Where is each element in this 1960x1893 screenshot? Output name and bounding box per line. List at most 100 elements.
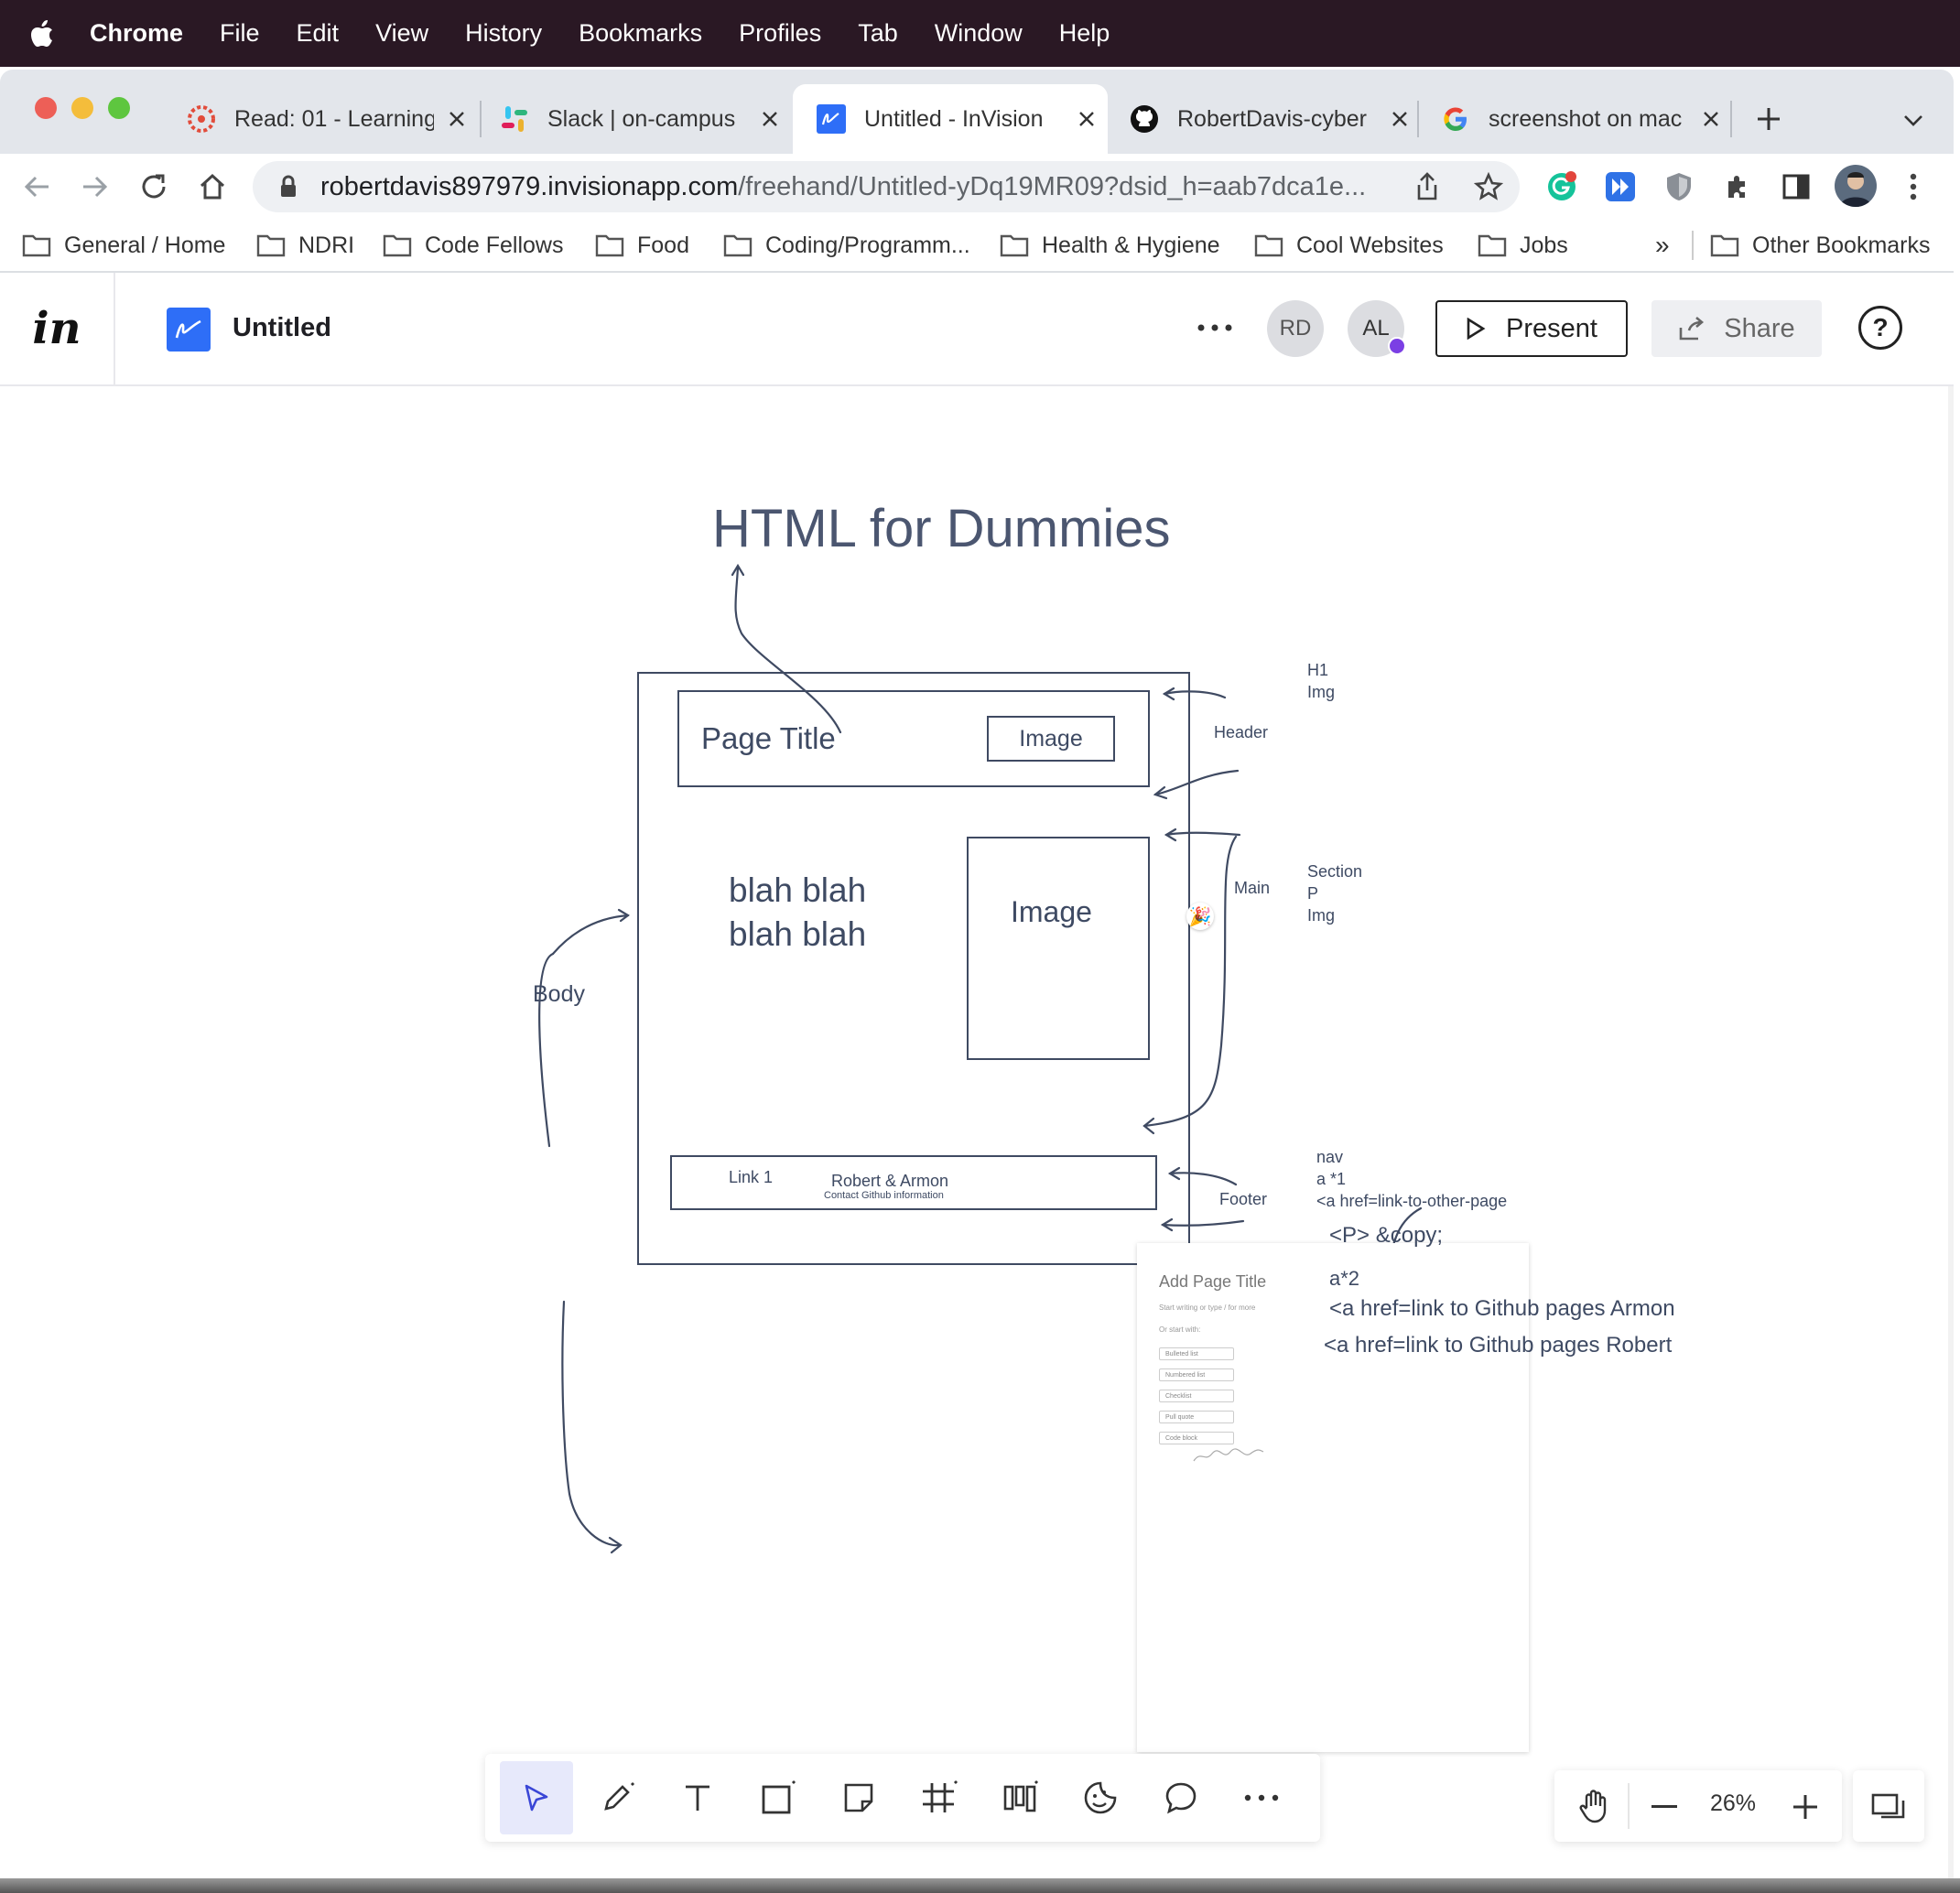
header-image-box[interactable]: Image — [987, 716, 1115, 762]
tab-close-icon[interactable] — [1386, 105, 1413, 133]
footer-label: Footer — [1219, 1190, 1268, 1208]
share-page-icon[interactable] — [1415, 172, 1439, 209]
zoom-out-button[interactable] — [1646, 1789, 1683, 1825]
reaction-emoji[interactable]: 🎉 — [1186, 903, 1214, 930]
select-tool[interactable] — [500, 1761, 573, 1834]
freehand-canvas[interactable]: HTML for Dummies Page Title Image blah b… — [0, 386, 1954, 1878]
screens-icon — [1871, 1793, 1905, 1819]
apple-menu-icon[interactable] — [13, 0, 71, 67]
new-tab-button[interactable] — [1750, 101, 1787, 137]
view-options-button[interactable] — [1853, 1770, 1924, 1842]
frame-tool[interactable] — [903, 1761, 976, 1834]
extensions-puzzle-icon[interactable] — [1719, 168, 1756, 205]
bookmark-folder[interactable]: Health & Hygiene — [1000, 227, 1220, 264]
bookmark-folder[interactable]: Food — [595, 227, 689, 264]
comment-tool[interactable] — [1144, 1761, 1218, 1834]
shape-tool[interactable] — [742, 1761, 815, 1834]
tab-invision[interactable]: Untitled - InVision — [793, 84, 1108, 154]
bookmarks-divider — [1692, 231, 1694, 260]
grammarly-extension-icon[interactable] — [1543, 168, 1580, 205]
layout-tool[interactable] — [983, 1761, 1056, 1834]
blah-line-2: blah blah — [729, 915, 867, 953]
kebab-menu-icon[interactable] — [1895, 168, 1932, 205]
pan-tool[interactable] — [1565, 1778, 1622, 1834]
canvas-edge — [1948, 386, 1954, 1878]
tab-search-button[interactable] — [1895, 104, 1932, 137]
footer-contact-sketch: Contact Github information — [824, 1190, 944, 1201]
menu-help[interactable]: Help — [1041, 19, 1129, 48]
main-image-box[interactable]: Image — [967, 837, 1150, 1060]
help-button[interactable]: ? — [1858, 306, 1902, 350]
tab-strip: Read: 01 - Learning Slack | on-campus Un… — [0, 70, 1954, 154]
note-line: Img — [1307, 906, 1336, 925]
avatar-al[interactable]: AL — [1348, 300, 1406, 357]
side-panel-icon[interactable] — [1778, 168, 1814, 205]
zoom-in-button[interactable] — [1787, 1789, 1824, 1825]
menu-view[interactable]: View — [357, 19, 447, 48]
tab-github[interactable]: RobertDavis-cyber — [1106, 84, 1419, 154]
more-tools-button[interactable] — [1225, 1761, 1298, 1834]
bookmark-folder[interactable]: NDRI — [256, 227, 354, 264]
invision-logo[interactable]: in — [0, 273, 115, 384]
maximize-window-button[interactable] — [108, 97, 130, 119]
canvas-heading[interactable]: HTML for Dummies — [712, 498, 1171, 559]
document-title[interactable]: Untitled — [233, 313, 331, 343]
share-button[interactable]: Share — [1651, 300, 1822, 357]
menu-bookmarks[interactable]: Bookmarks — [560, 19, 720, 48]
text-tool[interactable] — [661, 1761, 734, 1834]
close-window-button[interactable] — [35, 97, 57, 119]
tab-close-icon[interactable] — [756, 105, 784, 133]
bookmarks-overflow-button[interactable]: » — [1655, 227, 1670, 264]
profile-avatar[interactable] — [1835, 165, 1877, 207]
tab-title: RobertDavis-cyber — [1177, 105, 1368, 132]
checklist-option[interactable]: Checklist — [1159, 1390, 1234, 1402]
more-dots-icon — [1244, 1794, 1279, 1801]
shield-extension-icon[interactable] — [1661, 168, 1697, 205]
pen-tool[interactable] — [580, 1761, 654, 1834]
bookmark-folder[interactable]: Coding/Programm... — [723, 227, 970, 264]
bookmark-folder[interactable]: Jobs — [1478, 227, 1568, 264]
avatar-rd[interactable]: RD — [1267, 300, 1324, 357]
note-line: Img — [1307, 683, 1336, 701]
home-button[interactable] — [192, 167, 233, 207]
folder-icon — [595, 234, 624, 257]
menu-chrome[interactable]: Chrome — [71, 19, 201, 48]
pull-quote-option[interactable]: Pull quote — [1159, 1411, 1234, 1423]
avatar-initials: AL — [1362, 316, 1390, 341]
other-bookmarks-folder[interactable]: Other Bookmarks — [1710, 227, 1931, 264]
numbered-list-option[interactable]: Numbered list — [1159, 1368, 1234, 1381]
tab-close-icon[interactable] — [443, 105, 471, 133]
forward-extension-icon[interactable] — [1602, 168, 1639, 205]
folder-icon — [723, 234, 753, 257]
reload-button[interactable] — [134, 167, 174, 207]
code-block-option[interactable]: Code block — [1159, 1432, 1234, 1444]
zoom-level[interactable]: 26% — [1683, 1790, 1783, 1817]
tab-close-icon[interactable] — [1073, 105, 1100, 133]
bookmark-folder[interactable]: General / Home — [22, 227, 225, 264]
menu-file[interactable]: File — [201, 19, 278, 48]
menu-edit[interactable]: Edit — [278, 19, 358, 48]
main-image-label: Image — [1011, 895, 1092, 928]
present-button[interactable]: Present — [1435, 300, 1628, 357]
tab-google-search[interactable]: screenshot on mac — [1417, 84, 1730, 154]
minimize-window-button[interactable] — [71, 97, 93, 119]
zoom-divider — [1628, 1783, 1630, 1829]
forward-button[interactable] — [75, 167, 115, 207]
bookmark-star-icon[interactable] — [1473, 171, 1504, 209]
menu-history[interactable]: History — [447, 19, 560, 48]
more-options-icon[interactable] — [1192, 309, 1238, 346]
sticky-note-tool[interactable] — [822, 1761, 895, 1834]
menu-profiles[interactable]: Profiles — [720, 19, 839, 48]
bulleted-list-option[interactable]: Bulleted list — [1159, 1347, 1234, 1360]
bookmark-folder[interactable]: Code Fellows — [383, 227, 563, 264]
back-button[interactable] — [16, 167, 57, 207]
sticker-tool[interactable] — [1064, 1761, 1137, 1834]
bookmark-folder[interactable]: Cool Websites — [1254, 227, 1444, 264]
menu-tab[interactable]: Tab — [839, 19, 916, 48]
menu-window[interactable]: Window — [916, 19, 1041, 48]
tab-close-icon[interactable] — [1697, 105, 1725, 133]
tab-slack[interactable]: Slack | on-campus — [476, 84, 791, 154]
tab-canvas-read[interactable]: Read: 01 - Learning — [163, 84, 476, 154]
address-bar[interactable]: robertdavis897979.invisionapp.com/freeha… — [253, 161, 1520, 212]
note-card-title[interactable]: Add Page Title — [1159, 1272, 1266, 1292]
